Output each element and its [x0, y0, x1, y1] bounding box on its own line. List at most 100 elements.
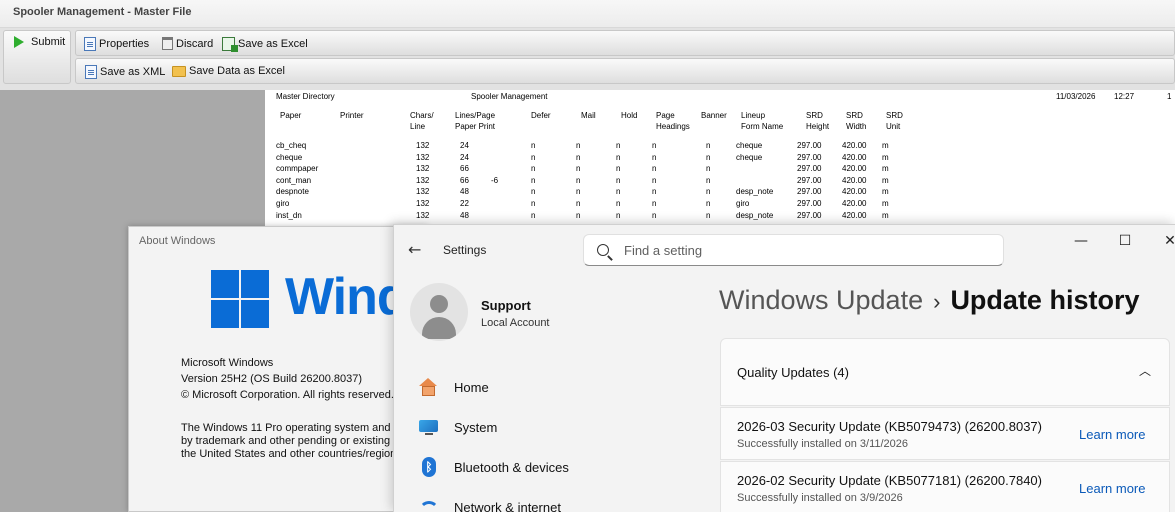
col-lines-2: Paper Print — [455, 122, 496, 131]
cell-banner: n — [706, 176, 711, 185]
cell-height: 297.00 — [797, 153, 822, 162]
breadcrumb-separator: › — [933, 289, 941, 314]
cell-lines: 22 — [460, 199, 469, 208]
col-srd-height: SRD — [806, 111, 823, 120]
cell-hold: n — [616, 164, 621, 173]
cell-paper: inst_dn — [276, 211, 302, 220]
cell-lines: 48 — [460, 211, 469, 220]
home-icon — [418, 377, 440, 397]
cell-page-headings: n — [652, 141, 657, 150]
cell-hold: n — [616, 141, 621, 150]
minimize-icon[interactable]: — — [1061, 233, 1101, 253]
back-arrow-icon[interactable]: ← — [408, 240, 421, 259]
properties-button[interactable]: Properties — [84, 37, 149, 51]
quality-updates-header[interactable]: Quality Updates (4) ︿ — [720, 338, 1170, 406]
cell-form: cheque — [736, 153, 763, 162]
legal-text-3: the United States and other countries/re… — [181, 448, 405, 460]
cell-lines: 24 — [460, 153, 469, 162]
nav-item-home[interactable]: Home — [418, 373, 489, 401]
search-icon — [597, 244, 609, 256]
save-data-as-excel-button[interactable]: Save Data as Excel — [172, 65, 285, 77]
cell-unit: m — [882, 211, 889, 220]
about-title: About Windows — [139, 235, 216, 247]
learn-more-link[interactable]: Learn more — [1079, 427, 1145, 442]
cell-paper: cont_man — [276, 176, 312, 185]
cell-defer: n — [531, 164, 536, 173]
report-title-center: Spooler Management — [471, 92, 548, 101]
save-as-xml-button[interactable]: Save as XML — [85, 65, 165, 79]
nav-item-system[interactable]: System — [418, 413, 497, 441]
col-srd-width-2: Width — [846, 122, 867, 131]
cell-width: 420.00 — [842, 141, 867, 150]
breadcrumb-parent[interactable]: Windows Update — [719, 285, 923, 315]
user-name: Support — [481, 298, 531, 313]
play-icon — [14, 36, 24, 48]
cell-height: 297.00 — [797, 141, 822, 150]
col-lineup: Lineup — [741, 111, 766, 120]
cell-unit: m — [882, 176, 889, 185]
cell-paper: despnote — [276, 187, 309, 196]
cell-print: -6 — [491, 176, 499, 185]
cell-mail: n — [576, 141, 581, 150]
cell-width: 420.00 — [842, 211, 867, 220]
update-title: 2026-02 Security Update (KB5077181) (262… — [737, 473, 1042, 488]
submit-button[interactable]: Submit — [14, 36, 65, 48]
update-status: Successfully installed on 3/11/2026 — [737, 438, 909, 450]
discard-button[interactable]: Discard — [162, 37, 213, 50]
col-hold: Hold — [621, 111, 638, 120]
nav-label: Network & internet — [454, 499, 561, 512]
cell-mail: n — [576, 153, 581, 162]
cell-lines: 66 — [460, 164, 469, 173]
col-chars: Chars/ — [410, 111, 434, 120]
cell-mail: n — [576, 176, 581, 185]
search-box[interactable] — [583, 234, 1004, 266]
discard-label: Discard — [176, 37, 214, 50]
close-icon[interactable]: ✕ — [1150, 233, 1175, 253]
save-as-xml-label: Save as XML — [100, 66, 166, 78]
cell-paper: giro — [276, 199, 290, 208]
col-srd-unit-2: Unit — [886, 122, 901, 131]
list-item: 2026-02 Security Update (KB5077181) (262… — [720, 461, 1170, 512]
section-label: Quality Updates (4) — [737, 365, 849, 380]
cell-unit: m — [882, 164, 889, 173]
cell-mail: n — [576, 211, 581, 220]
cell-paper: cb_cheq — [276, 141, 307, 150]
cell-width: 420.00 — [842, 176, 867, 185]
submit-label: Submit — [31, 36, 66, 48]
cell-page-headings: n — [652, 164, 657, 173]
col-chars-2: Line — [410, 122, 426, 131]
cell-form: giro — [736, 199, 750, 208]
system-icon — [418, 417, 440, 437]
maximize-icon[interactable]: ☐ — [1105, 233, 1145, 253]
toolbar-group-file: Properties Discard Save as Excel — [75, 30, 1175, 56]
cell-form: desp_note — [736, 187, 774, 196]
cell-mail: n — [576, 199, 581, 208]
xml-icon — [85, 65, 97, 79]
cell-hold: n — [616, 153, 621, 162]
cell-unit: m — [882, 141, 889, 150]
search-input[interactable] — [622, 241, 982, 259]
avatar — [410, 283, 468, 341]
breadcrumb: Windows Update › Update history — [719, 285, 1139, 316]
save-as-excel-button[interactable]: Save as Excel — [222, 37, 308, 52]
cell-width: 420.00 — [842, 187, 867, 196]
col-page-headings: Page — [656, 111, 675, 120]
cell-page-headings: n — [652, 176, 657, 185]
report-date: 11/03/2026 — [1056, 92, 1096, 101]
cell-chars: 132 — [416, 176, 430, 185]
nav-item-bluetooth[interactable]: ᛒ Bluetooth & devices — [418, 453, 569, 481]
cell-chars: 132 — [416, 187, 430, 196]
cell-banner: n — [706, 199, 711, 208]
cell-height: 297.00 — [797, 176, 822, 185]
cell-chars: 132 — [416, 153, 430, 162]
cell-width: 420.00 — [842, 164, 867, 173]
update-title: 2026-03 Security Update (KB5079473) (262… — [737, 419, 1042, 434]
cell-page-headings: n — [652, 211, 657, 220]
cell-defer: n — [531, 176, 536, 185]
cell-defer: n — [531, 141, 536, 150]
nav-item-network[interactable]: Network & internet — [418, 493, 561, 512]
toolbar-group-submit: Submit — [3, 30, 71, 84]
list-item: 2026-03 Security Update (KB5079473) (262… — [720, 407, 1170, 460]
learn-more-link[interactable]: Learn more — [1079, 481, 1145, 496]
cell-defer: n — [531, 187, 536, 196]
